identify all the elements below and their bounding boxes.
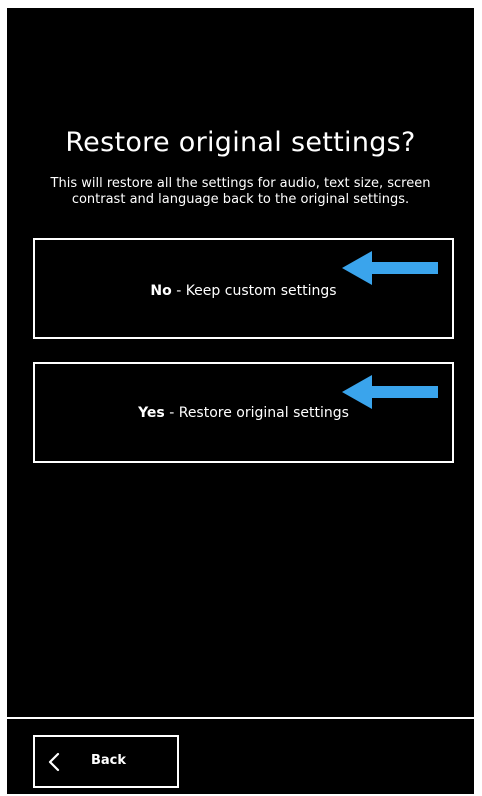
restore-settings-screen: Restore original settings? This will res… <box>7 8 474 794</box>
page-title: Restore original settings? <box>65 127 416 158</box>
page-description: This will restore all the settings for a… <box>50 176 431 207</box>
option-no-text: - Keep custom settings <box>171 283 337 299</box>
keep-custom-settings-button[interactable]: No - Keep custom settings <box>33 238 454 339</box>
back-button[interactable]: Back <box>33 735 179 788</box>
footer-divider <box>7 717 474 719</box>
chevron-left-icon <box>48 752 60 772</box>
option-yes-bold: Yes <box>138 405 165 421</box>
keep-custom-settings-label: No - Keep custom settings <box>35 283 452 299</box>
back-label: Back <box>91 753 127 768</box>
restore-original-settings-button[interactable]: Yes - Restore original settings <box>33 362 454 463</box>
arrow-left-icon <box>342 375 438 409</box>
option-no-bold: No <box>150 283 172 299</box>
arrow-left-icon <box>342 251 438 285</box>
option-yes-text: - Restore original settings <box>164 405 349 421</box>
